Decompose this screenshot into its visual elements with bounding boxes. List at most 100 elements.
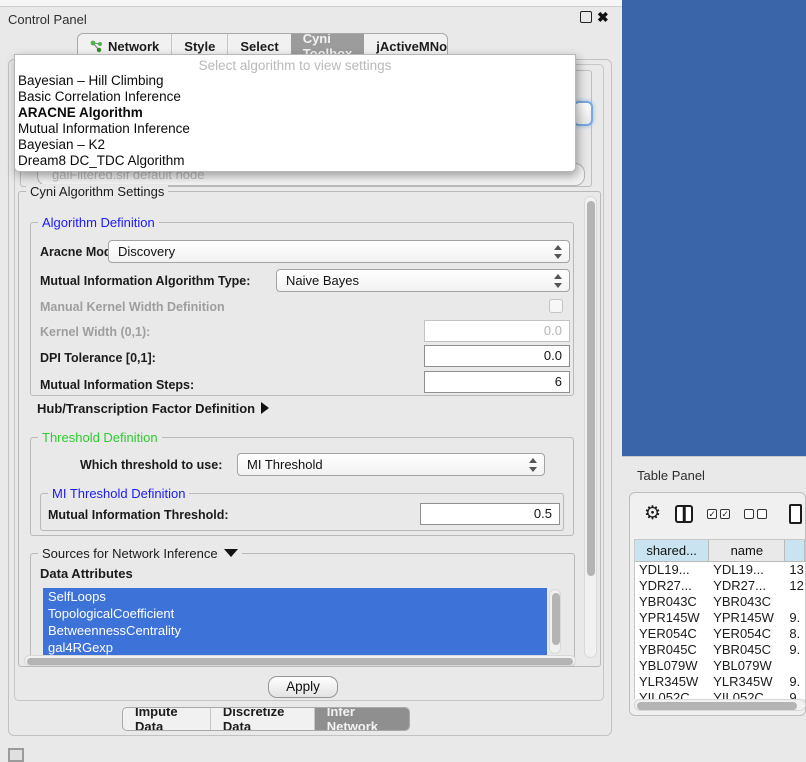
table-cell: 8.: [785, 626, 805, 642]
table-cell: YIL052C: [635, 690, 709, 699]
dock-panel-icon[interactable]: [8, 748, 24, 762]
algorithm-definition-title: Algorithm Definition: [38, 215, 159, 230]
settings-scrollbar-thumb[interactable]: [587, 201, 595, 576]
hub-definition-toggle[interactable]: Hub/Transcription Factor Definition: [37, 401, 269, 416]
column-header-2[interactable]: [785, 540, 805, 561]
tab-label: Network: [108, 39, 159, 54]
select-all-icon[interactable]: ✓✓: [707, 509, 730, 519]
kernel-width-label: Kernel Width (0,1):: [40, 325, 150, 339]
dropdown-item-aracne-algorithm[interactable]: ARACNE Algorithm: [15, 105, 575, 121]
aracne-mode-combo[interactable]: Discovery: [108, 240, 570, 263]
gear-icon[interactable]: ⚙: [644, 503, 661, 525]
mi-threshold-group-title: MI Threshold Definition: [48, 486, 189, 501]
data-attributes-list[interactable]: SelfLoopsTopologicalCoefficientBetweenne…: [43, 588, 547, 655]
manual-kernel-label: Manual Kernel Width Definition: [40, 300, 225, 314]
table-panel-title: Table Panel: [637, 468, 705, 483]
dropdown-item-mutual-information-inference[interactable]: Mutual Information Inference: [15, 121, 575, 137]
columns-icon[interactable]: [675, 505, 693, 523]
mi-threshold-label: Mutual Information Threshold:: [48, 508, 229, 522]
table-cell: YER054C: [709, 626, 785, 642]
sources-hscrollbar-thumb[interactable]: [27, 658, 573, 665]
mi-type-label: Mutual Information Algorithm Type:: [40, 274, 250, 288]
which-threshold-label: Which threshold to use:: [80, 458, 222, 472]
spinner-arrows-icon: [528, 458, 537, 472]
app-toolbar-edge: [0, 0, 622, 7]
mi-type-combo[interactable]: Naive Bayes: [276, 269, 570, 292]
algorithm-combo-button[interactable]: [573, 101, 593, 126]
table-cell: YBR043C: [709, 594, 785, 610]
table-cell: YER054C: [635, 626, 709, 642]
table-row[interactable]: YIL052CYIL052C9: [635, 690, 805, 699]
tab-impute-data[interactable]: Impute Data: [123, 708, 210, 730]
mi-threshold-field[interactable]: 0.5: [420, 503, 560, 525]
dropdown-items: Bayesian – Hill ClimbingBasic Correlatio…: [15, 73, 575, 169]
table-cell: YIL052C: [709, 690, 785, 699]
kernel-width-field[interactable]: 0.0: [424, 320, 570, 342]
table-row[interactable]: YBL079WYBL079W: [635, 658, 805, 674]
data-attributes-label: Data Attributes: [40, 566, 133, 581]
attribute-item-gal4rgexp[interactable]: gal4RGexp: [43, 639, 547, 655]
attribute-item-topologicalcoefficient[interactable]: TopologicalCoefficient: [43, 605, 547, 622]
hub-definition-label: Hub/Transcription Factor Definition: [37, 401, 255, 416]
dpi-tolerance-field[interactable]: 0.0: [424, 345, 570, 367]
tab-discretize-data[interactable]: Discretize Data: [210, 708, 314, 730]
settings-scrollbar[interactable]: [584, 196, 597, 658]
dropdown-item-bayesian-k2[interactable]: Bayesian – K2: [15, 137, 575, 153]
threshold-definition-title: Threshold Definition: [38, 430, 162, 445]
which-threshold-combo[interactable]: MI Threshold: [237, 453, 545, 476]
new-table-icon[interactable]: [789, 504, 802, 524]
table-row[interactable]: YPR145WYPR145W9.: [635, 610, 805, 626]
column-header-shared[interactable]: shared...: [635, 540, 709, 561]
manual-kernel-checkbox[interactable]: [549, 299, 563, 313]
tab-label: Style: [184, 39, 215, 54]
table-header-row: shared...name: [635, 540, 805, 562]
sources-hscrollbar[interactable]: [24, 655, 576, 666]
column-header-name[interactable]: name: [709, 540, 785, 561]
table-panel-region: Table Panel ⚙ ✓✓ shared...name YDL19...Y…: [622, 456, 806, 762]
table-row[interactable]: YLR345WYLR345W9.: [635, 674, 805, 690]
mi-steps-field[interactable]: 6: [424, 371, 570, 393]
close-icon[interactable]: ✖: [597, 9, 609, 26]
dropdown-item-bayesian-hill-climbing[interactable]: Bayesian – Hill Climbing: [15, 73, 575, 89]
dropdown-placeholder: Select algorithm to view settings: [15, 55, 575, 73]
table-hscrollbar-thumb[interactable]: [637, 702, 797, 710]
dropdown-item-basic-correlation-inference[interactable]: Basic Correlation Inference: [15, 89, 575, 105]
table-row[interactable]: YDL19...YDL19...13: [635, 562, 805, 578]
table-row[interactable]: YBR043CYBR043C: [635, 594, 805, 610]
tab-label: Select: [240, 39, 278, 54]
mi-steps-label: Mutual Information Steps:: [40, 378, 194, 392]
tab-infer-network[interactable]: Infer Network: [314, 708, 409, 730]
table-cell: 12: [785, 578, 805, 594]
which-threshold-value: MI Threshold: [247, 457, 323, 472]
attribute-item-betweennesscentrality[interactable]: BetweennessCentrality: [43, 622, 547, 639]
table-hscrollbar[interactable]: [634, 699, 806, 711]
table-cell: 9: [785, 690, 805, 699]
table-cell: YPR145W: [709, 610, 785, 626]
attribute-item-selfloops[interactable]: SelfLoops: [43, 588, 547, 605]
deselect-all-icon[interactable]: [744, 509, 767, 519]
table-cell: 9.: [785, 610, 805, 626]
table-cell: YBR045C: [635, 642, 709, 658]
table-rows: YDL19...YDL19...13YDR27...YDR27...12YBR0…: [635, 562, 805, 699]
network-icon: [90, 39, 103, 53]
apply-button[interactable]: Apply: [268, 676, 338, 698]
table-cell: [785, 594, 805, 610]
attr-list-scrollbar[interactable]: [549, 589, 561, 654]
cyni-settings-title: Cyni Algorithm Settings: [26, 184, 168, 199]
control-panel-title: Control Panel: [8, 12, 87, 27]
algorithm-dropdown: Select algorithm to view settings Bayesi…: [14, 54, 576, 172]
sources-group-title[interactable]: Sources for Network Inference: [38, 546, 242, 561]
table-cell: YPR145W: [635, 610, 709, 626]
attr-list-scrollbar-thumb[interactable]: [552, 593, 560, 645]
expand-arrow-icon: [224, 549, 238, 557]
float-window-icon[interactable]: [580, 11, 592, 23]
table-cell: 13: [785, 562, 805, 578]
mi-type-value: Naive Bayes: [286, 273, 359, 288]
node-table: shared...name YDL19...YDL19...13YDR27...…: [634, 539, 806, 699]
table-row[interactable]: YBR045CYBR045C9.: [635, 642, 805, 658]
sources-title-text: Sources for Network Inference: [42, 546, 218, 561]
dropdown-item-dream8-dc-tdc-algorithm[interactable]: Dream8 DC_TDC Algorithm: [15, 153, 575, 169]
table-cell: YLR345W: [635, 674, 709, 690]
table-row[interactable]: YDR27...YDR27...12: [635, 578, 805, 594]
table-row[interactable]: YER054CYER054C8.: [635, 626, 805, 642]
